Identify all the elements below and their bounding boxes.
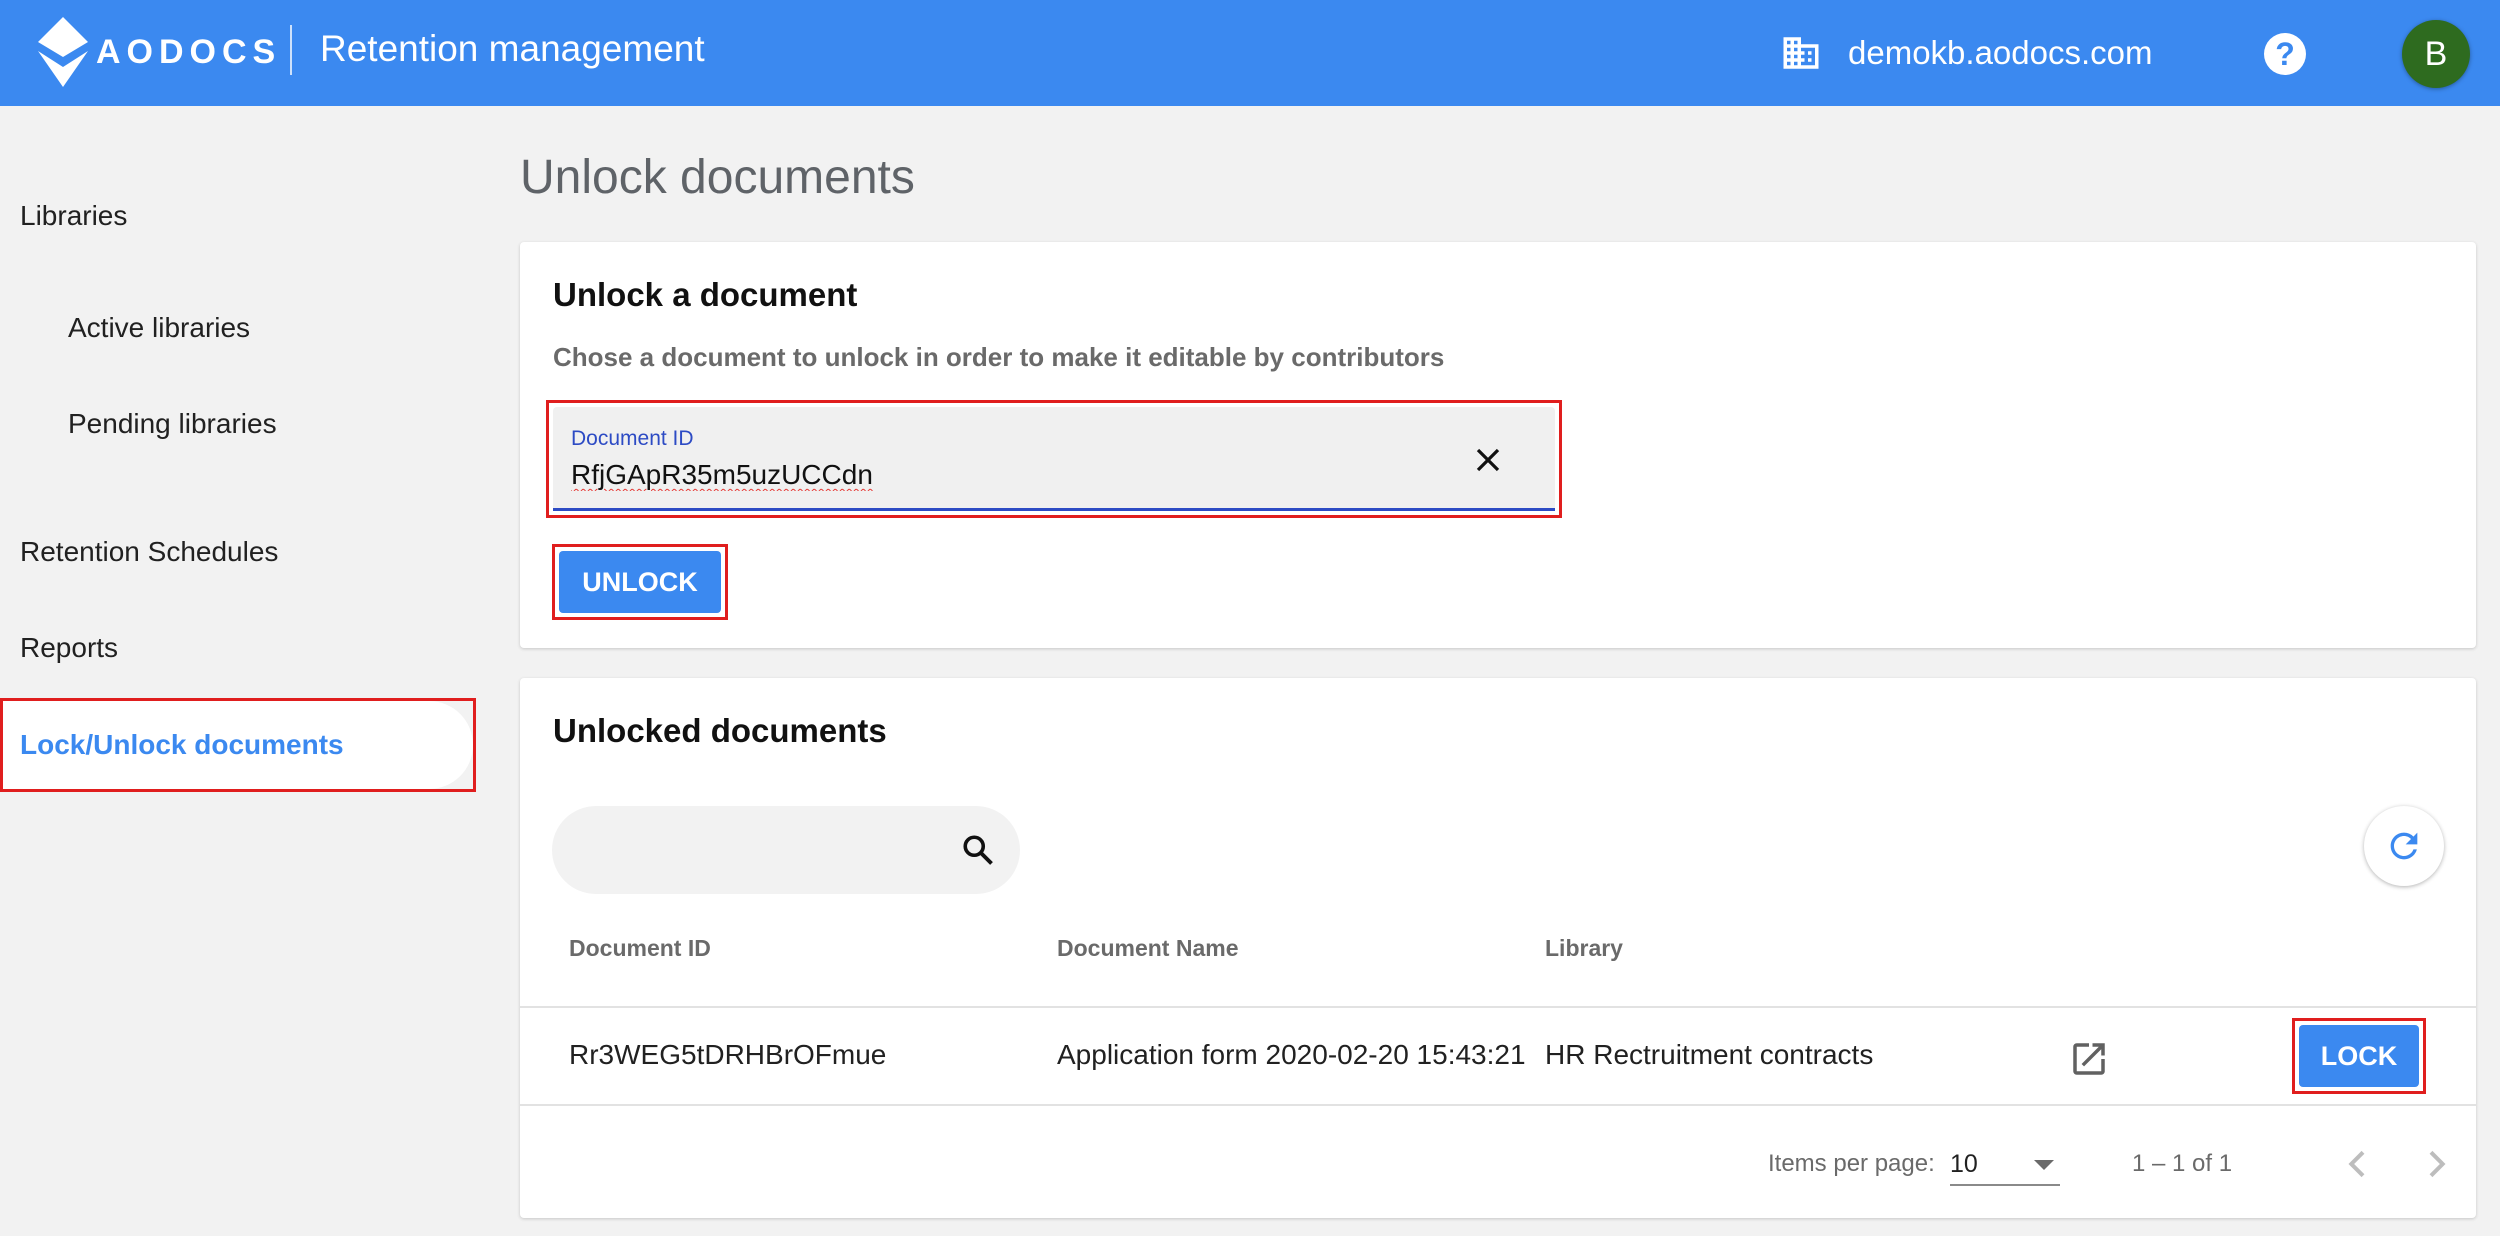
search-icon bbox=[963, 835, 993, 865]
top-app-bar: AODOCS Retention management demokb.aodoc… bbox=[0, 0, 2500, 106]
avatar[interactable]: B bbox=[2402, 20, 2470, 88]
refresh-icon bbox=[2390, 832, 2418, 860]
card-subtitle: Chose a document to unlock in order to m… bbox=[553, 342, 1445, 372]
table-header-divider bbox=[520, 1006, 2476, 1008]
sidebar-item-active-libraries[interactable]: Active libraries bbox=[68, 312, 250, 344]
unlock-button[interactable]: UNLOCK bbox=[559, 551, 721, 613]
lock-button-highlight: LOCK bbox=[2292, 1018, 2426, 1094]
domain-selector[interactable]: demokb.aodocs.com bbox=[1780, 30, 2153, 76]
sidebar-item-retention-schedules[interactable]: Retention Schedules bbox=[20, 536, 278, 568]
refresh-button[interactable] bbox=[2364, 806, 2444, 886]
cell-document-name: Application form 2020-02-20 15:43:21 bbox=[1057, 1039, 1526, 1070]
aodocs-logo[interactable]: AODOCS bbox=[38, 16, 281, 88]
sidebar-item-pending-libraries[interactable]: Pending libraries bbox=[68, 408, 277, 440]
column-header-library[interactable]: Library bbox=[1545, 935, 1623, 962]
document-id-field[interactable]: Document ID bbox=[553, 407, 1555, 511]
sidebar-item-libraries[interactable]: Libraries bbox=[20, 200, 127, 232]
sidebar-item-label: Lock/Unlock documents bbox=[20, 729, 344, 760]
sidebar: Libraries Active libraries Pending libra… bbox=[0, 106, 480, 1236]
field-label: Document ID bbox=[571, 427, 694, 450]
unlock-document-card: Unlock a document Chose a document to un… bbox=[520, 242, 2476, 648]
card-title: Unlock a document bbox=[553, 276, 858, 313]
domain-label: demokb.aodocs.com bbox=[1848, 34, 2153, 71]
page-title: Unlock documents bbox=[520, 151, 915, 204]
building-icon bbox=[1783, 37, 1819, 69]
sidebar-item-reports[interactable]: Reports bbox=[20, 632, 118, 664]
items-per-page-select[interactable]: 10 bbox=[1950, 1142, 2060, 1186]
pagination-range: 1 – 1 of 1 bbox=[2132, 1150, 2233, 1177]
help-icon[interactable]: ? bbox=[2264, 33, 2306, 75]
lock-button[interactable]: LOCK bbox=[2299, 1025, 2419, 1087]
unlocked-documents-card: Unlocked documents Document ID Document … bbox=[520, 678, 2476, 1218]
table-row-divider bbox=[520, 1104, 2476, 1106]
logo-text: AODOCS bbox=[96, 32, 282, 71]
close-icon[interactable] bbox=[1473, 445, 1503, 475]
unlock-button-highlight: UNLOCK bbox=[552, 544, 728, 620]
column-header-document-id[interactable]: Document ID bbox=[569, 935, 711, 962]
column-header-document-name[interactable]: Document Name bbox=[1057, 935, 1238, 962]
cell-document-id: Rr3WEG5tDRHBrOFmue bbox=[569, 1039, 887, 1070]
open-in-new-icon[interactable] bbox=[2068, 1038, 2110, 1080]
card-title: Unlocked documents bbox=[553, 712, 887, 749]
chevron-left-icon[interactable] bbox=[2338, 1144, 2378, 1184]
document-id-field-highlight: Document ID bbox=[546, 400, 1562, 518]
chevron-down-icon bbox=[2034, 1160, 2054, 1170]
app-title: Retention management bbox=[320, 28, 705, 69]
header-divider bbox=[290, 25, 292, 75]
items-per-page-label: Items per page: bbox=[1768, 1150, 1935, 1177]
aodocs-diamond-icon bbox=[38, 17, 88, 87]
sidebar-item-lock-unlock[interactable]: Lock/Unlock documents bbox=[0, 698, 476, 792]
items-per-page-value: 10 bbox=[1950, 1150, 1978, 1178]
cell-library: HR Rectruitment contracts bbox=[1545, 1039, 1874, 1070]
document-id-input[interactable] bbox=[571, 459, 1431, 491]
search-input[interactable] bbox=[552, 806, 1020, 894]
chevron-right-icon[interactable] bbox=[2416, 1144, 2456, 1184]
